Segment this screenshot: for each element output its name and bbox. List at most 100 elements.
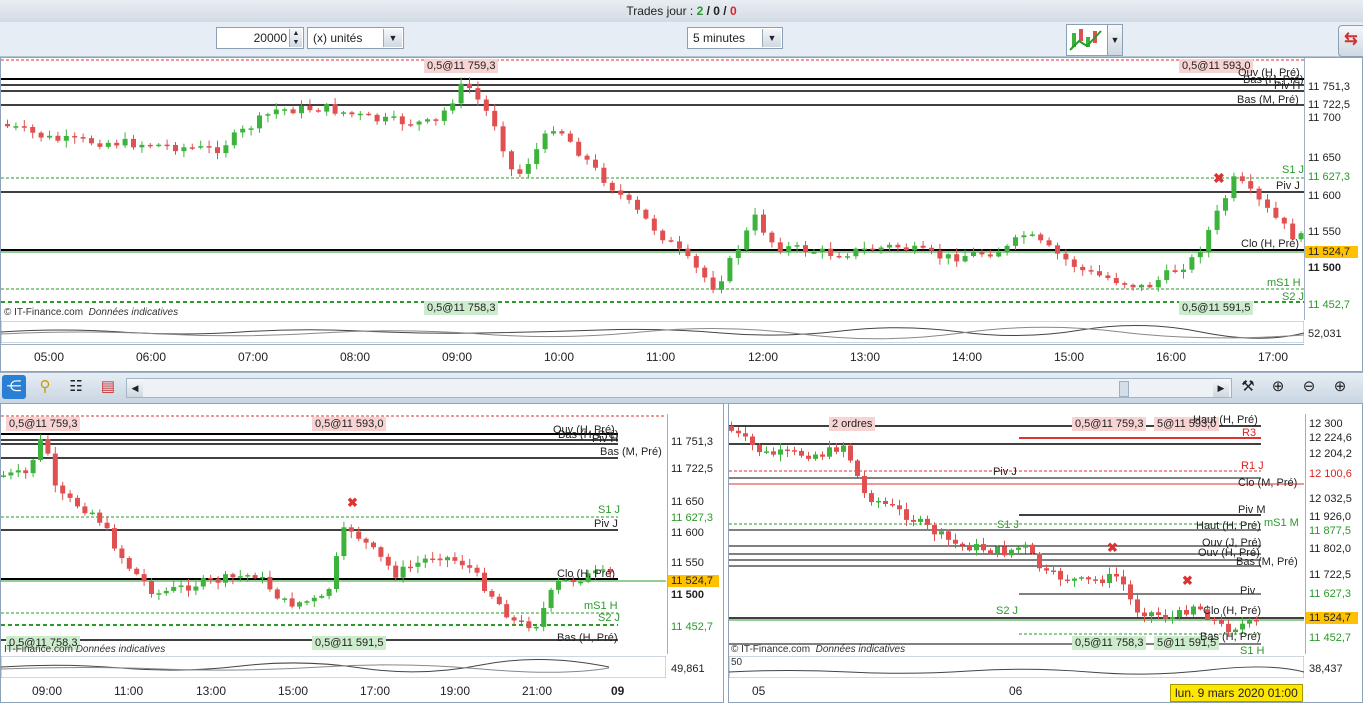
order-marker[interactable]: 0,5@11 759,3 bbox=[6, 417, 81, 431]
candle-body bbox=[304, 601, 310, 603]
zoom-out-icon[interactable]: ⊖ bbox=[1297, 375, 1321, 399]
candle-body bbox=[156, 593, 162, 595]
candle-body bbox=[489, 590, 495, 597]
level-label: Bas (M, Pré) bbox=[600, 446, 662, 458]
candle-body bbox=[971, 252, 976, 257]
order-marker[interactable]: 0,5@11 591,5 bbox=[1179, 301, 1254, 315]
spin-down-icon[interactable]: ▼ bbox=[290, 38, 302, 47]
candle-body bbox=[1016, 547, 1021, 550]
candle-body bbox=[139, 144, 145, 148]
main-indicator-plot[interactable] bbox=[1, 321, 1304, 343]
candle-body bbox=[1170, 616, 1175, 619]
candle-body bbox=[324, 104, 330, 112]
measure-tool-icon[interactable]: ⚒ bbox=[1236, 375, 1260, 399]
checklist-icon[interactable]: ☷ bbox=[64, 375, 88, 399]
price-tick: 11 550 bbox=[1308, 226, 1341, 238]
chart-type-button[interactable] bbox=[1066, 24, 1108, 56]
time-tick: 05 bbox=[752, 684, 766, 698]
time-tick: 11:00 bbox=[114, 684, 144, 698]
order-marker[interactable]: 0,5@11 758,3 bbox=[1072, 636, 1147, 650]
candle-body bbox=[267, 576, 273, 590]
link-icon[interactable]: ⚲ bbox=[33, 375, 57, 399]
indicator-value: 38,437 bbox=[1309, 663, 1343, 675]
level-label: Bas (M, Pré) bbox=[1237, 94, 1299, 106]
candle-body bbox=[1097, 271, 1102, 276]
order-marker[interactable]: 0,5@11 758,3 bbox=[424, 301, 499, 315]
candle-body bbox=[981, 544, 986, 551]
candle-body bbox=[114, 142, 120, 146]
candle-body bbox=[987, 254, 993, 257]
scroll-thumb[interactable] bbox=[1119, 381, 1129, 397]
zoom-in-icon[interactable]: ⊕ bbox=[1328, 375, 1352, 399]
share-icon[interactable]: ⋲ bbox=[2, 375, 26, 399]
candle-body bbox=[777, 242, 783, 252]
chart-type-dropdown[interactable]: ▼ bbox=[1107, 24, 1123, 56]
scroll-left-icon[interactable]: ◀ bbox=[127, 379, 143, 397]
candle-body bbox=[1107, 573, 1112, 583]
candle-body bbox=[813, 454, 818, 459]
candle-body bbox=[820, 454, 825, 457]
candle-body bbox=[230, 574, 236, 578]
candle-body bbox=[794, 245, 800, 247]
bl-price-plot[interactable]: ✖ bbox=[1, 414, 666, 654]
chevron-down-icon[interactable]: ▼ bbox=[383, 29, 402, 47]
indicators-icon[interactable]: ▤ bbox=[96, 375, 120, 399]
orders-badge[interactable]: 2 ordres bbox=[829, 417, 876, 431]
candle-body bbox=[393, 565, 399, 578]
candle-body bbox=[962, 256, 968, 262]
candle-body bbox=[1130, 284, 1136, 288]
candle-body bbox=[954, 254, 960, 262]
price-tick: 11 751,3 bbox=[671, 436, 714, 448]
candle-body bbox=[841, 445, 846, 452]
candle-body bbox=[1212, 619, 1217, 621]
trades-neutral-count: 0 bbox=[713, 4, 720, 18]
separator: / bbox=[719, 4, 730, 18]
candle-body bbox=[415, 562, 421, 567]
candle-body bbox=[1139, 284, 1144, 288]
candle-body bbox=[332, 104, 338, 114]
horizontal-scrollbar[interactable]: ◀ ▶ bbox=[126, 378, 1232, 398]
candle-body bbox=[208, 578, 214, 580]
candle-body bbox=[496, 596, 502, 605]
zoom-fit-icon[interactable]: ⊕ bbox=[1266, 375, 1290, 399]
candle-body bbox=[1029, 234, 1035, 236]
side-panel-toggle-icon[interactable]: ⇆ bbox=[1338, 25, 1363, 57]
main-price-plot[interactable]: ✖ bbox=[1, 58, 1304, 320]
candlestick-chart-icon[interactable] bbox=[1067, 25, 1107, 55]
quantity-stepper[interactable]: 20000 ▲ ▼ bbox=[216, 27, 304, 49]
order-marker[interactable]: 0,5@11 759,3 bbox=[424, 59, 499, 73]
chevron-down-icon[interactable]: ▼ bbox=[762, 29, 781, 47]
br-indicator-plot[interactable] bbox=[729, 656, 1304, 678]
price-tick: 11 751,3 bbox=[1308, 81, 1351, 93]
candle-body bbox=[1231, 176, 1237, 199]
spin-arrows-icon[interactable]: ▲ ▼ bbox=[289, 29, 302, 47]
candle-body bbox=[609, 182, 615, 191]
price-tick: 11 722,5 bbox=[671, 463, 714, 475]
candle-body bbox=[252, 575, 258, 579]
order-marker[interactable]: 0,5@11 759,3 bbox=[1072, 417, 1147, 431]
bl-indicator-plot[interactable] bbox=[1, 656, 666, 678]
candle-body bbox=[1189, 257, 1195, 270]
candle-body bbox=[282, 109, 288, 111]
main-price-axis[interactable] bbox=[1304, 58, 1362, 320]
candle-body bbox=[504, 604, 510, 618]
candle-body bbox=[231, 132, 237, 146]
candle-body bbox=[525, 164, 531, 174]
candle-body bbox=[1114, 573, 1119, 577]
spin-up-icon[interactable]: ▲ bbox=[290, 29, 302, 38]
chevron-down-icon[interactable]: ▼ bbox=[1111, 35, 1120, 45]
timeframe-select[interactable]: 5 minutes ▼ bbox=[687, 27, 783, 49]
candle-body bbox=[89, 138, 94, 144]
units-select[interactable]: (x) unités ▼ bbox=[307, 27, 404, 49]
br-price-plot[interactable]: ✖ ✖ bbox=[729, 414, 1304, 654]
candle-body bbox=[1206, 229, 1212, 252]
candle-body bbox=[932, 524, 937, 535]
candle-body bbox=[1100, 579, 1105, 583]
trades-summary: Trades jour : 2 / 0 / 0 bbox=[0, 0, 1363, 22]
scroll-right-icon[interactable]: ▶ bbox=[1213, 379, 1229, 397]
order-marker[interactable]: 0,5@11 593,0 bbox=[312, 417, 387, 431]
candle-body bbox=[727, 257, 733, 282]
last-price-label: 11 524,7 bbox=[668, 575, 719, 587]
order-marker[interactable]: 0,5@11 591,5 bbox=[312, 636, 387, 650]
level-label: S1 J bbox=[598, 504, 621, 516]
